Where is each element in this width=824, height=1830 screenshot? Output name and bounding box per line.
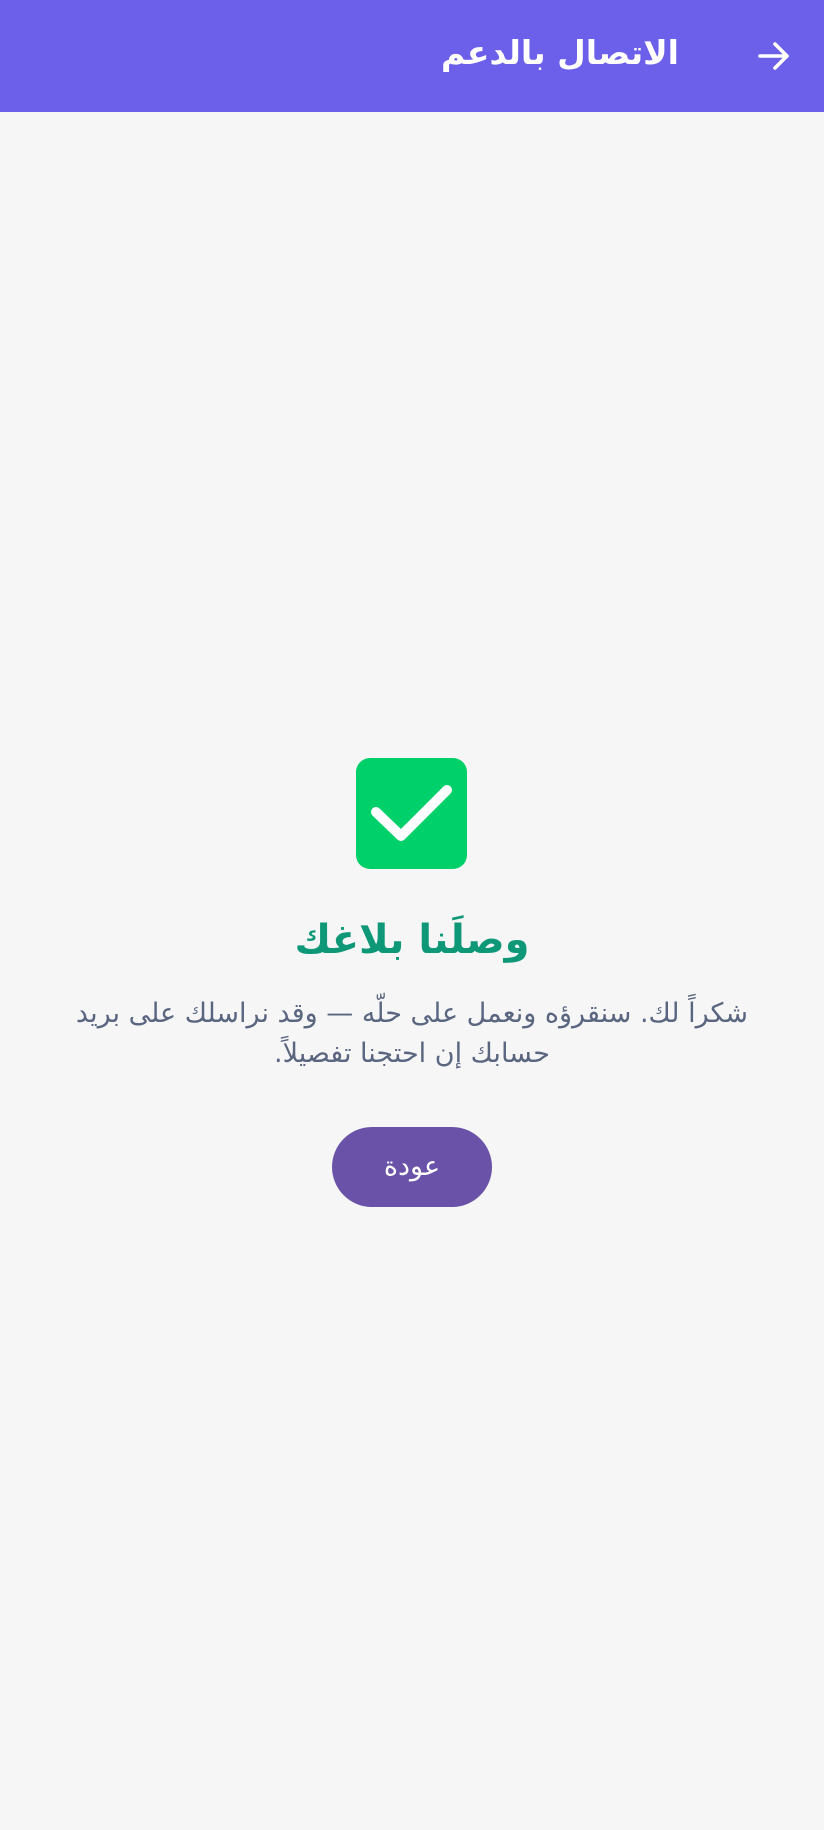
back-button[interactable] — [744, 26, 804, 86]
checkmark-box-icon — [356, 758, 467, 869]
confirmation-heading: وصلَنا بلاغك — [294, 917, 530, 963]
confirmation-message: شكراً لك. سنقرؤه ونعمل على حلّه — وقد نر… — [75, 998, 749, 1069]
page-title: الاتصال بالدعم — [441, 33, 679, 72]
app-bar: الاتصال بالدعم — [0, 0, 824, 112]
arrow-right-icon — [758, 42, 789, 70]
return-button[interactable]: عودة — [332, 1127, 492, 1207]
